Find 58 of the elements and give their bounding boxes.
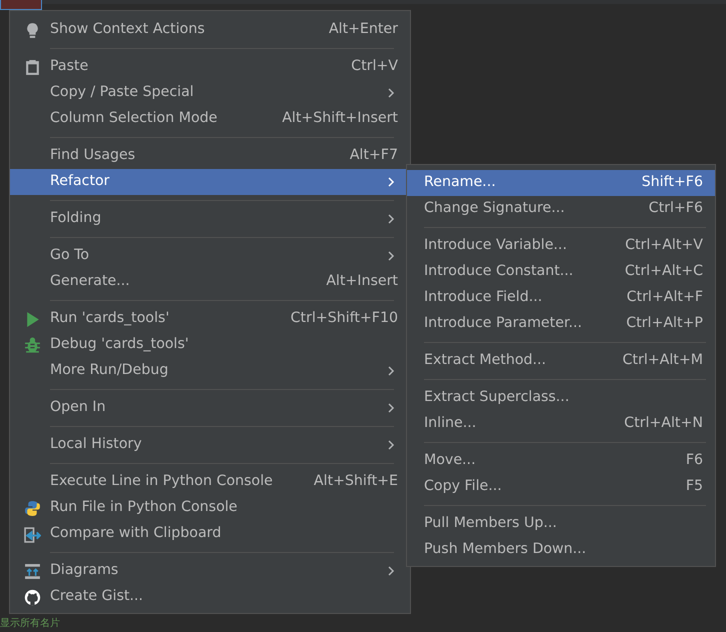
menu-item[interactable]: Open In: [10, 395, 410, 421]
menu-item[interactable]: Paste Ctrl+V: [10, 54, 410, 80]
menu-item[interactable]: Local History: [10, 432, 410, 458]
menu-item[interactable]: Introduce Variable... Ctrl+Alt+V: [407, 233, 715, 259]
shortcut-text: Ctrl+Alt+C: [624, 262, 703, 282]
shortcut-text: Ctrl+Alt+P: [626, 314, 703, 334]
shortcut-text: Ctrl+F6: [648, 199, 703, 218]
menu-item[interactable]: Pull Members Up...: [407, 511, 715, 537]
menu-item[interactable]: Show Context Actions Alt+Enter: [10, 17, 410, 43]
shortcut-text: Ctrl+Shift+F10: [290, 309, 398, 328]
bug-icon: [24, 336, 41, 354]
menu-item[interactable]: Introduce Parameter... Ctrl+Alt+P: [407, 311, 715, 337]
bulb-icon: [24, 22, 41, 38]
shortcut-text: Ctrl+Alt+V: [625, 236, 703, 256]
menu-item[interactable]: Copy / Paste Special: [10, 80, 410, 106]
shortcut-text: F6: [686, 451, 703, 470]
menu-item[interactable]: Run 'cards_tools' Ctrl+Shift+F10: [10, 306, 410, 332]
menu-item[interactable]: Push Members Down...: [407, 537, 715, 563]
shortcut-text: Alt+Shift+E: [314, 472, 398, 492]
menu-item[interactable]: Copy File... F5: [407, 474, 715, 500]
shortcut-text: Ctrl+Alt+F: [626, 288, 703, 308]
menu-item[interactable]: Create Gist...: [10, 584, 410, 610]
menu-item[interactable]: Rename... Shift+F6: [407, 170, 715, 196]
shortcut-text: F5: [686, 477, 703, 496]
diagram-icon: [24, 562, 41, 580]
python-icon: [24, 500, 41, 516]
clipboard-icon: [24, 58, 41, 76]
menu-item[interactable]: Introduce Constant... Ctrl+Alt+C: [407, 259, 715, 285]
menu-item[interactable]: Folding: [10, 206, 410, 232]
compare-icon: [24, 526, 41, 542]
menu-item[interactable]: Execute Line in Python Console Alt+Shift+E: [10, 469, 410, 495]
menu-item[interactable]: Inline... Ctrl+Alt+N: [407, 411, 715, 437]
menu-item[interactable]: Column Selection Mode Alt+Shift+Insert: [10, 106, 410, 132]
menu-item[interactable]: Extract Superclass...: [407, 385, 715, 411]
shortcut-text: Ctrl+V: [351, 57, 398, 76]
shortcut-text: Alt+Enter: [328, 20, 398, 40]
menu-item[interactable]: Extract Method... Ctrl+Alt+M: [407, 348, 715, 374]
shortcut-text: Alt+F7: [350, 146, 398, 166]
menu-item[interactable]: Run File in Python Console: [10, 495, 410, 521]
shortcut-text: Shift+F6: [642, 173, 703, 192]
menu-item[interactable]: Generate... Alt+Insert: [10, 269, 410, 295]
shortcut-text: Ctrl+Alt+N: [624, 414, 703, 434]
shortcut-text: Alt+Shift+Insert: [282, 109, 398, 128]
code-comment: 显示所有名片: [0, 618, 60, 629]
shortcut-text: Ctrl+Alt+M: [622, 351, 703, 370]
menu-item[interactable]: Change Signature... Ctrl+F6: [407, 196, 715, 222]
shortcut-text: Alt+Insert: [326, 272, 398, 292]
selection-marker: [0, 0, 42, 10]
run-icon: [24, 310, 41, 328]
menu-item[interactable]: Move... F6: [407, 448, 715, 474]
menu-item[interactable]: Find Usages Alt+F7: [10, 143, 410, 169]
menu-item[interactable]: Go To: [10, 243, 410, 269]
github-icon: [24, 588, 41, 606]
menu-item[interactable]: Compare with Clipboard: [10, 521, 410, 547]
menu-item[interactable]: Introduce Field... Ctrl+Alt+F: [407, 285, 715, 311]
menu-item[interactable]: More Run/Debug: [10, 358, 410, 384]
menu-item[interactable]: Debug 'cards_tools': [10, 332, 410, 358]
menu-item[interactable]: Diagrams: [10, 558, 410, 584]
